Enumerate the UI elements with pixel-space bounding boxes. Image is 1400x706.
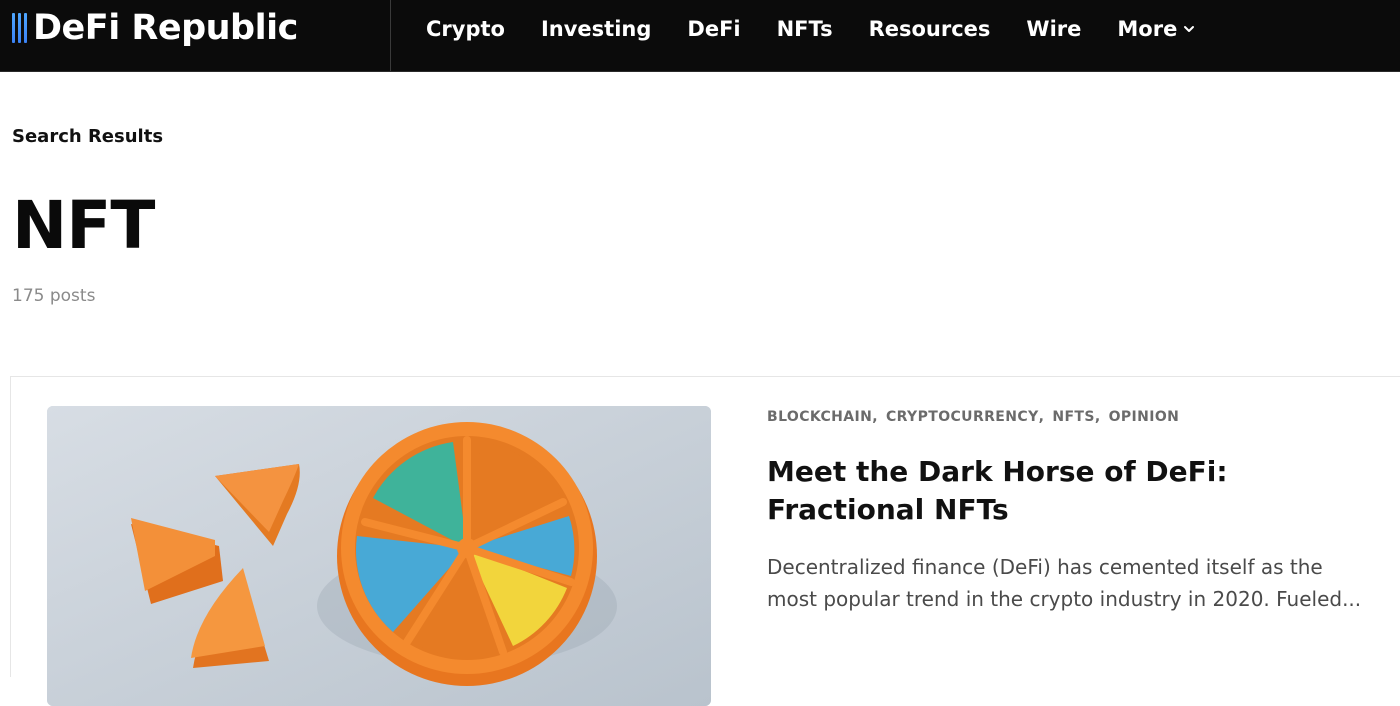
nav-item-resources[interactable]: Resources — [869, 17, 991, 41]
logo-bars-icon — [12, 13, 27, 43]
chevron-down-icon — [1184, 26, 1195, 32]
post-card: BLOCKCHAIN, CRYPTOCURRENCY, NFTS, OPINIO… — [10, 376, 1400, 706]
post-categories: BLOCKCHAIN, CRYPTOCURRENCY, NFTS, OPINIO… — [767, 409, 1180, 425]
header-divider — [390, 0, 391, 71]
nav-item-more[interactable]: More — [1117, 17, 1195, 41]
site-logo[interactable]: DeFi Republic — [12, 4, 298, 52]
breadcrumb: Search Results — [12, 126, 164, 147]
nav-item-nfts[interactable]: NFTs — [777, 17, 833, 41]
nav-item-crypto[interactable]: Crypto — [426, 17, 505, 41]
nav-item-investing[interactable]: Investing — [541, 17, 651, 41]
result-count: 175 posts — [12, 286, 96, 306]
logo-text: DeFi Republic — [33, 8, 298, 48]
page-title: NFT — [12, 187, 155, 264]
nav-item-wire[interactable]: Wire — [1026, 17, 1081, 41]
post-title[interactable]: Meet the Dark Horse of DeFi: Fractional … — [767, 453, 1287, 529]
fractional-pie-image — [47, 406, 711, 706]
category-link[interactable]: CRYPTOCURRENCY — [886, 409, 1039, 425]
category-link[interactable]: NFTS — [1052, 409, 1095, 425]
site-header: DeFi Republic Crypto Investing DeFi NFTs… — [0, 0, 1400, 72]
post-excerpt: Decentralized finance (DeFi) has cemente… — [767, 555, 1362, 611]
category-link[interactable]: BLOCKCHAIN — [767, 409, 872, 425]
category-link[interactable]: OPINION — [1109, 409, 1180, 425]
post-thumbnail[interactable] — [47, 406, 711, 706]
nav-item-more-label: More — [1117, 17, 1178, 41]
nav-item-defi[interactable]: DeFi — [687, 17, 740, 41]
main-nav: Crypto Investing DeFi NFTs Resources Wir… — [426, 0, 1195, 58]
